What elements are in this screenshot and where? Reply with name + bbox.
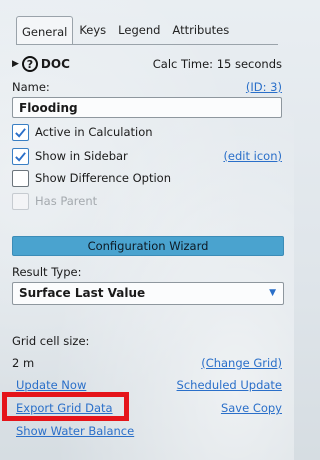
show-in-sidebar-checkbox[interactable] — [12, 147, 29, 165]
has-parent-option: Has Parent — [12, 191, 282, 211]
grid-value-row: 2 m (Change Grid) — [12, 355, 282, 371]
result-type-select[interactable]: Surface Last Value ▼ — [12, 282, 284, 305]
tab-keys[interactable]: Keys — [73, 16, 112, 44]
tab-bar: General Keys Legend Attributes — [16, 16, 235, 44]
result-type-row: Result Type: — [12, 264, 282, 280]
doc-row: ▶ ? DOC Calc Time: 15 seconds — [12, 55, 282, 73]
doc-label: DOC — [40, 57, 70, 71]
update-now-link[interactable]: Update Now — [16, 378, 86, 392]
tab-legend[interactable]: Legend — [112, 16, 166, 44]
name-input[interactable]: Flooding — [12, 97, 282, 118]
update-row: Update Now Scheduled Update — [16, 377, 282, 393]
grid-cell-size-row: Grid cell size: — [12, 333, 282, 349]
result-type-label: Result Type: — [12, 265, 82, 279]
edit-icon-link[interactable]: (edit icon) — [223, 149, 282, 163]
save-copy-link[interactable]: Save Copy — [221, 401, 282, 415]
tab-attributes[interactable]: Attributes — [166, 16, 235, 44]
highlight-box — [2, 392, 129, 421]
show-water-balance-link[interactable]: Show Water Balance — [16, 424, 134, 438]
show-in-sidebar-label: Show in Sidebar — [35, 149, 128, 163]
help-icon[interactable]: ? — [21, 56, 38, 72]
tab-general[interactable]: General — [16, 16, 74, 44]
checkmark-icon — [15, 127, 26, 138]
show-in-sidebar-option[interactable]: Show in Sidebar (edit icon) — [12, 146, 282, 166]
result-type-value: Surface Last Value — [19, 286, 146, 300]
show-difference-checkbox[interactable] — [12, 169, 29, 187]
chevron-down-icon: ▼ — [269, 288, 276, 298]
checkmark-icon — [15, 151, 26, 162]
grid-cell-size-label: Grid cell size: — [12, 334, 90, 348]
configuration-wizard-button[interactable]: Configuration Wizard — [12, 236, 284, 256]
water-balance-row: Show Water Balance — [16, 423, 282, 439]
active-in-calculation-label: Active in Calculation — [35, 125, 153, 139]
id-link[interactable]: (ID: 3) — [246, 80, 282, 94]
grid-value: 2 m — [12, 356, 35, 370]
has-parent-label: Has Parent — [35, 194, 98, 208]
name-row: Name: (ID: 3) — [12, 79, 282, 95]
active-in-calculation-option[interactable]: Active in Calculation — [12, 122, 282, 142]
expand-triangle-icon[interactable]: ▶ — [12, 59, 19, 69]
show-difference-label: Show Difference Option — [35, 171, 172, 185]
name-label: Name: — [12, 80, 50, 94]
change-grid-link[interactable]: (Change Grid) — [201, 356, 282, 370]
calc-time: Calc Time: 15 seconds — [152, 57, 282, 71]
active-in-calculation-checkbox[interactable] — [12, 123, 29, 141]
tab-divider — [16, 44, 278, 45]
scheduled-update-link[interactable]: Scheduled Update — [177, 378, 282, 392]
has-parent-checkbox — [12, 192, 29, 210]
show-difference-option[interactable]: Show Difference Option — [12, 168, 282, 188]
